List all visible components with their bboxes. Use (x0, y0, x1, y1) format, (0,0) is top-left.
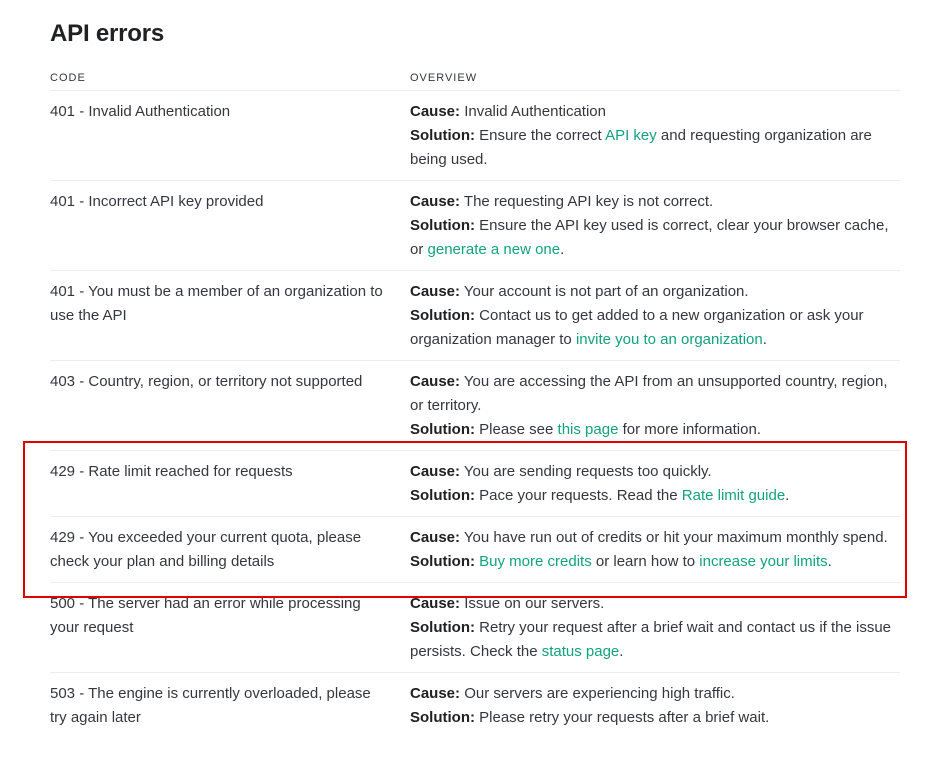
solution-text: . (785, 487, 790, 504)
errors-table: CODE OVERVIEW 401 - Invalid Authenticati… (50, 66, 900, 738)
cause-text: The requesting API key is not correct. (460, 193, 714, 210)
cause-text: Your account is not part of an organizat… (460, 283, 749, 300)
solution-link[interactable]: Buy more credits (479, 553, 592, 570)
cause-text: You have run out of credits or hit your … (460, 529, 888, 546)
solution-label: Solution: (410, 421, 475, 438)
cause-line: Cause: Our servers are experiencing high… (410, 682, 900, 706)
error-overview: Cause: Your account is not part of an or… (410, 280, 900, 352)
cause-text: Invalid Authentication (460, 103, 606, 120)
cause-label: Cause: (410, 193, 461, 210)
solution-line: Solution: Ensure the API key used is cor… (410, 214, 900, 262)
error-code: 401 - You must be a member of an organiz… (50, 283, 383, 324)
solution-text: Please retry your requests after a brief… (474, 709, 770, 726)
error-overview: Cause: Issue on our servers. Solution: Re… (410, 592, 900, 664)
solution-label: Solution: (410, 307, 475, 324)
header-overview: OVERVIEW (410, 72, 478, 84)
solution-link[interactable]: this page (558, 421, 619, 438)
cause-line: Cause: You are accessing the API from an… (410, 370, 900, 418)
error-overview: Cause: You have run out of credits or hi… (410, 526, 900, 574)
cause-line: Cause: You are sending requests too quic… (410, 460, 900, 484)
error-overview: Cause: Our servers are experiencing high… (410, 682, 900, 730)
cause-line: Cause: The requesting API key is not cor… (410, 190, 900, 214)
table-row: 429 - You exceeded your current quota, p… (50, 517, 900, 583)
error-code: 403 - Country, region, or territory not … (50, 373, 363, 390)
table-row: 429 - Rate limit reached for requests Cau… (50, 451, 900, 517)
cause-text: Our servers are experiencing high traffi… (460, 685, 735, 702)
table-row: 401 - You must be a member of an organiz… (50, 271, 900, 361)
solution-label: Solution: (410, 127, 475, 144)
solution-text: . (619, 643, 624, 660)
cause-label: Cause: (410, 529, 461, 546)
solution-line: Solution: Pace your requests. Read the R… (410, 484, 900, 508)
solution-line: Solution: Please see this page for more … (410, 418, 900, 442)
error-overview: Cause: Invalid Authentication Solution: E… (410, 100, 900, 172)
cause-text: You are accessing the API from an unsupp… (410, 373, 888, 414)
table-row: 401 - Invalid Authentication Cause: Inval… (50, 91, 900, 181)
solution-label: Solution: (410, 619, 475, 636)
error-code: 401 - Incorrect API key provided (50, 193, 264, 210)
cause-line: Cause: You have run out of credits or hi… (410, 526, 900, 550)
page-title: API errors (50, 20, 165, 47)
error-overview: Cause: The requesting API key is not cor… (410, 190, 900, 262)
solution-line: Solution: Buy more credits or learn how … (410, 550, 900, 574)
error-code: 503 - The engine is currently overloaded… (50, 685, 371, 726)
table-row: 500 - The server had an error while proc… (50, 583, 900, 673)
solution-text: Retry your request after a brief wait an… (410, 619, 892, 660)
solution-label: Solution: (410, 709, 475, 726)
header-code: CODE (50, 72, 86, 84)
error-code: 429 - You exceeded your current quota, p… (50, 529, 362, 570)
solution-line: Solution: Retry your request after a bri… (410, 616, 900, 664)
cause-line: Cause: Issue on our servers. (410, 592, 900, 616)
solution-line: Solution: Please retry your requests aft… (410, 706, 900, 730)
solution-line: Solution: Contact us to get added to a n… (410, 304, 900, 352)
cause-label: Cause: (410, 283, 461, 300)
table-body: 401 - Invalid Authentication Cause: Inval… (50, 91, 900, 738)
solution-text: . (560, 241, 565, 258)
solution-link[interactable]: invite you to an organization (576, 331, 763, 348)
error-overview: Cause: You are accessing the API from an… (410, 370, 900, 442)
cause-label: Cause: (410, 373, 461, 390)
cause-text: Issue on our servers. (460, 595, 605, 612)
solution-text: . (827, 553, 832, 570)
cause-line: Cause: Invalid Authentication (410, 100, 900, 124)
cause-label: Cause: (410, 685, 461, 702)
solution-link[interactable]: API key (605, 127, 657, 144)
solution-text: or learn how to (591, 553, 700, 570)
solution-text: . (762, 331, 767, 348)
error-code: 500 - The server had an error while proc… (50, 595, 361, 636)
cause-label: Cause: (410, 463, 461, 480)
solution-link[interactable]: generate a new one (428, 241, 561, 258)
solution-link[interactable]: increase your limits (699, 553, 827, 570)
table-header: CODE OVERVIEW (50, 66, 900, 91)
solution-text: Pace your requests. Read the (474, 487, 682, 504)
solution-text: Ensure the correct (474, 127, 606, 144)
cause-line: Cause: Your account is not part of an or… (410, 280, 900, 304)
solution-link[interactable]: Rate limit guide (682, 487, 785, 504)
cause-text: You are sending requests too quickly. (460, 463, 712, 480)
solution-line: Solution: Ensure the correct API key and… (410, 124, 900, 172)
solution-label: Solution: (410, 217, 475, 234)
error-code: 429 - Rate limit reached for requests (50, 463, 293, 480)
table-row: 403 - Country, region, or territory not … (50, 361, 900, 451)
solution-label: Solution: (410, 487, 475, 504)
solution-text: Please see (474, 421, 558, 438)
solution-link[interactable]: status page (542, 643, 620, 660)
cause-label: Cause: (410, 103, 461, 120)
table-row: 503 - The engine is currently overloaded… (50, 673, 900, 738)
error-overview: Cause: You are sending requests too quic… (410, 460, 900, 508)
error-code: 401 - Invalid Authentication (50, 103, 231, 120)
cause-label: Cause: (410, 595, 461, 612)
solution-label: Solution: (410, 553, 475, 570)
table-row: 401 - Incorrect API key provided Cause: T… (50, 181, 900, 271)
solution-text: for more information. (618, 421, 761, 438)
